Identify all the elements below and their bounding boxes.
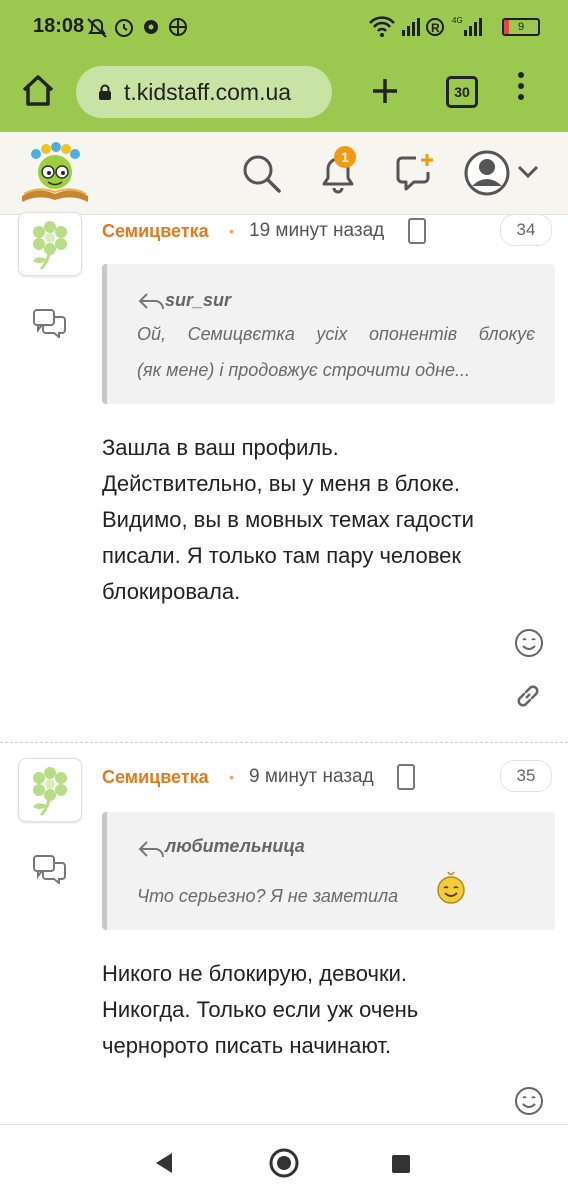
- post-body-line: Видимо, вы в мовных темах гадости: [102, 507, 474, 532]
- notifications-badge: 1: [334, 146, 356, 168]
- recents-icon[interactable]: [390, 1153, 412, 1175]
- post-number[interactable]: 35: [500, 760, 552, 792]
- bell-off-icon: [87, 18, 107, 38]
- forum-post: Семицветка • 9 минут назад 35 любительни…: [0, 758, 568, 1124]
- mobile-device-icon: [408, 218, 426, 244]
- clover-flower-icon: [33, 221, 67, 271]
- status-right-icons: R 4G: [369, 16, 482, 37]
- quote-line-1: Ой, Семицвєтка усіх опонентів блокує: [137, 324, 535, 344]
- battery-indicator: 9: [502, 18, 540, 36]
- new-tab-icon[interactable]: [370, 76, 400, 106]
- separator-dot: •: [229, 769, 234, 785]
- home-circle-icon[interactable]: [268, 1147, 300, 1179]
- reply-arrow-icon: [138, 841, 164, 858]
- forum-post: Семицветка • 19 минут назад 34 sur_sur О…: [0, 212, 568, 744]
- browser-menu-icon[interactable]: [518, 72, 528, 105]
- reaction-smile-icon[interactable]: [514, 628, 544, 658]
- quote-line-1: Что серьезно? Я не заметила: [137, 886, 399, 906]
- mobile-device-icon: [397, 764, 415, 790]
- reaction-smile-icon[interactable]: [514, 1086, 544, 1116]
- status-bar: 18:08 R 4G 9: [0, 0, 568, 54]
- user-avatar-icon[interactable]: [464, 150, 510, 196]
- post-body-line: Никогда. Только если уж очень: [102, 997, 419, 1022]
- address-bar[interactable]: t.kidstaff.com.ua: [76, 66, 332, 118]
- gear-icon: [144, 20, 158, 34]
- search-icon[interactable]: [240, 152, 282, 194]
- quote-line-2: (як мене) і продовжує строчити одне...: [137, 360, 470, 380]
- post-number[interactable]: 34: [500, 214, 552, 246]
- alarm-icon: [115, 19, 133, 37]
- post-body: Зашла в ваш профиль. Действительно, вы у…: [102, 430, 542, 610]
- author-avatar[interactable]: [18, 212, 82, 276]
- quote-author[interactable]: sur_sur: [165, 290, 231, 311]
- quote-author[interactable]: любительница: [165, 836, 305, 857]
- post-body-line: Действительно, вы у меня в блоке.: [102, 471, 460, 496]
- post-body-line: Зашла в ваш профиль.: [102, 435, 339, 460]
- wifi-icon: [369, 16, 395, 37]
- new-message-icon[interactable]: [394, 152, 436, 192]
- post-time: 19 минут назад: [249, 220, 385, 241]
- post-body-line: писали. Я только там пару человек: [102, 543, 462, 568]
- home-icon[interactable]: [20, 72, 56, 108]
- post-body: Никого не блокирую, девочки. Никогда. То…: [102, 956, 542, 1064]
- post-author[interactable]: Семицветка: [102, 767, 209, 788]
- roaming-icon: R: [426, 18, 444, 36]
- url-text: t.kidstaff.com.ua: [124, 78, 292, 105]
- chevron-down-icon[interactable]: [516, 164, 540, 180]
- post-link-icon[interactable]: [514, 682, 542, 710]
- smiley-emoji-icon: [437, 871, 465, 904]
- lock-icon: [99, 84, 111, 100]
- quote-block: sur_sur Ой, Семицвєтка усіх опонентів бл…: [102, 264, 555, 404]
- reply-chat-icon[interactable]: [32, 308, 68, 338]
- post-author[interactable]: Семицветка: [102, 221, 209, 242]
- clover-flower-icon: [33, 767, 67, 817]
- signal-icon: [402, 18, 420, 36]
- pinwheel-icon: [169, 18, 187, 36]
- separator-dot: •: [229, 223, 234, 239]
- svg-text:R: R: [431, 21, 440, 35]
- post-divider: [0, 742, 568, 743]
- battery-level: 9: [517, 21, 525, 33]
- back-icon[interactable]: [152, 1151, 176, 1175]
- browser-toolbar: t.kidstaff.com.ua 30: [0, 54, 568, 132]
- status-time: 18:08: [33, 15, 85, 37]
- signal-4g-icon: 4G: [452, 16, 482, 36]
- site-header: 1: [0, 132, 568, 215]
- post-body-line: Никого не блокирую, девочки.: [102, 961, 407, 986]
- reply-arrow-icon: [138, 293, 164, 310]
- post-time: 9 минут назад: [249, 766, 374, 787]
- system-navigation-bar: [0, 1124, 568, 1201]
- quote-block: любительница Что серьезно? Я не заметила: [102, 812, 555, 930]
- post-body-line: черноротo писать начинают.: [102, 1033, 392, 1058]
- author-avatar[interactable]: [18, 758, 82, 822]
- kidstaff-logo[interactable]: [18, 140, 92, 206]
- reply-chat-icon[interactable]: [32, 854, 68, 884]
- tab-switcher-button[interactable]: 30: [446, 76, 478, 108]
- status-left-icons: [87, 18, 187, 38]
- svg-text:4G: 4G: [452, 16, 463, 25]
- post-body-line: блокировала.: [102, 579, 241, 604]
